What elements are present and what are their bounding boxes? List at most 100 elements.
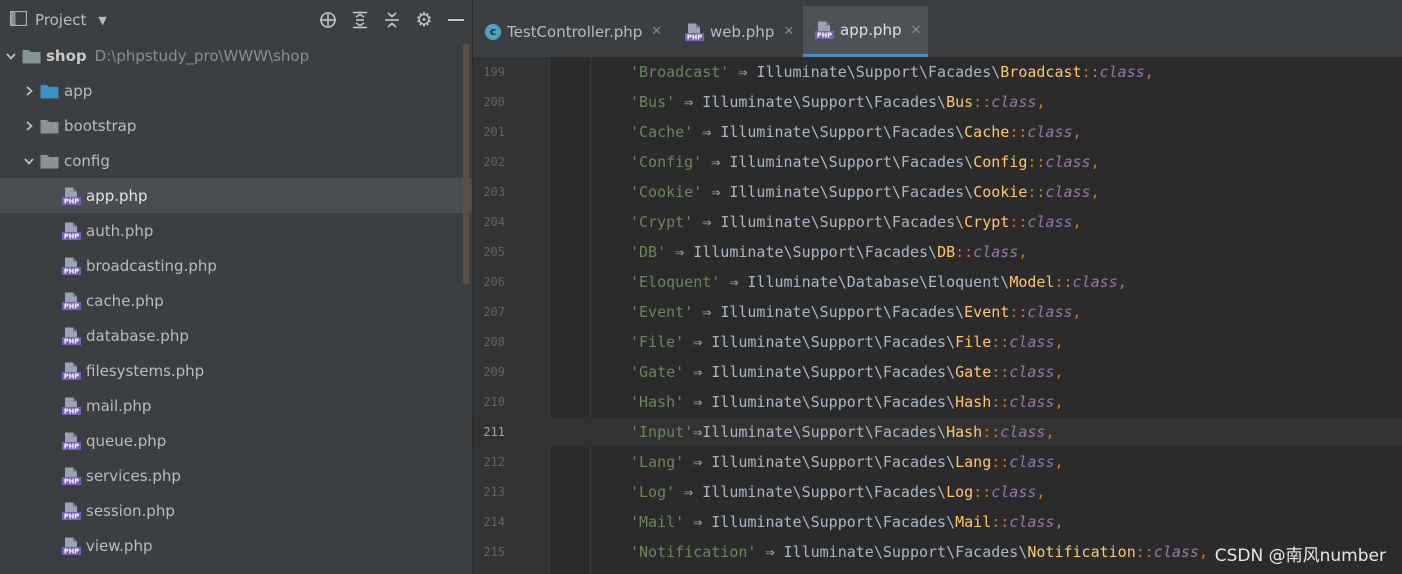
tree-folder-item[interactable]: shop D:\phpstudy_pro\WWW\shop: [0, 38, 472, 73]
code-line[interactable]: 200 'Bus' ⇒ Illuminate\Support\Facades\Bu…: [473, 87, 1402, 117]
code-line[interactable]: 213 'Log' ⇒ Illuminate\Support\Facades\Lo…: [473, 477, 1402, 507]
editor-tab[interactable]: c TestController.php ✕: [473, 6, 673, 57]
namespace-path: Illuminate\Support\Facades\: [783, 543, 1028, 561]
code-text: 'Mail' ⇒ Illuminate\Support\Facades\Mail…: [630, 507, 1064, 537]
code-line[interactable]: 209 'Gate' ⇒ Illuminate\Support\Facades\G…: [473, 357, 1402, 387]
scope-operator: ::: [1009, 303, 1028, 321]
locate-file-button[interactable]: [312, 0, 344, 40]
tree-file-item[interactable]: PHP filesystems.php: [0, 353, 472, 388]
project-view-selector[interactable]: Project ▼: [0, 0, 107, 40]
crosshair-icon: [320, 12, 336, 28]
expand-all-button[interactable]: [344, 0, 376, 40]
tree-folder-item[interactable]: bootstrap: [0, 108, 472, 143]
arrow-operator: ⇒: [693, 423, 703, 441]
tree-item-label: shop: [46, 46, 87, 65]
code-area[interactable]: 199 'Broadcast' ⇒ Illuminate\Support\Faca…: [473, 57, 1402, 574]
string-literal: 'Gate': [630, 363, 685, 381]
svg-text:PHP: PHP: [817, 32, 832, 39]
arrow-operator: ⇒: [693, 213, 721, 231]
code-line[interactable]: 214 'Mail' ⇒ Illuminate\Support\Facades\M…: [473, 507, 1402, 537]
php-file-icon: PHP: [62, 432, 81, 450]
code-text: 'Bus' ⇒ Illuminate\Support\Facades\Bus::…: [630, 87, 1045, 117]
project-panel-title: Project: [35, 11, 87, 29]
code-line[interactable]: 199 'Broadcast' ⇒ Illuminate\Support\Faca…: [473, 57, 1402, 87]
chevron-right-icon[interactable]: [22, 119, 36, 133]
tree-file-item[interactable]: PHP broadcasting.php: [0, 248, 472, 283]
tree-file-item[interactable]: PHP services.php: [0, 458, 472, 493]
close-icon[interactable]: ✕: [911, 23, 922, 38]
project-path: D:\phpstudy_pro\WWW\shop: [94, 46, 310, 65]
comma: ,: [1045, 423, 1055, 441]
class-name: Mail: [955, 513, 992, 531]
close-icon[interactable]: ✕: [651, 24, 662, 39]
class-keyword: class: [1099, 63, 1145, 81]
code-line[interactable]: 207 'Event' ⇒ Illuminate\Support\Facades\…: [473, 297, 1402, 327]
arrow-operator: ⇒: [702, 153, 730, 171]
tree-folder-item[interactable]: config: [0, 143, 472, 178]
tree-file-item[interactable]: PHP mail.php: [0, 388, 472, 423]
comma: ,: [1054, 453, 1064, 471]
string-literal: 'Config': [630, 153, 703, 171]
scope-operator: ::: [1054, 273, 1073, 291]
tree-item-label: cache.php: [86, 291, 164, 310]
tree-file-item[interactable]: PHP auth.php: [0, 213, 472, 248]
php-file-icon: PHP: [62, 362, 81, 380]
tree-file-item[interactable]: PHP app.php: [0, 178, 472, 213]
editor-tab[interactable]: PHP web.php ✕: [673, 6, 803, 57]
code-line[interactable]: 211 'Input'⇒Illuminate\Support\Facades\Ha…: [473, 417, 1402, 447]
tree-item-label: config: [64, 151, 110, 170]
class-keyword: class: [973, 243, 1019, 261]
tree-item-label: broadcasting.php: [86, 256, 217, 275]
line-number: 204: [483, 215, 505, 229]
comma: ,: [1054, 513, 1064, 531]
namespace-path: Illuminate\Support\Facades\: [720, 303, 965, 321]
php-file-icon: PHP: [62, 502, 81, 520]
chevron-right-icon[interactable]: [22, 84, 36, 98]
class-name: Lang: [955, 453, 992, 471]
svg-text:PHP: PHP: [64, 302, 79, 309]
collapse-all-button[interactable]: [376, 0, 408, 40]
class-name: Broadcast: [1000, 63, 1082, 81]
arrow-operator: ⇒: [702, 183, 730, 201]
string-literal: 'Eloquent': [630, 273, 721, 291]
tree-scrollbar[interactable]: [463, 44, 469, 284]
code-line[interactable]: 208 'File' ⇒ Illuminate\Support\Facades\F…: [473, 327, 1402, 357]
chevron-down-icon[interactable]: [22, 154, 36, 168]
code-line[interactable]: 212 'Lang' ⇒ Illuminate\Support\Facades\L…: [473, 447, 1402, 477]
chevron-down-icon[interactable]: [4, 49, 18, 63]
php-file-icon: PHP: [62, 537, 81, 555]
code-line[interactable]: 202 'Config' ⇒ Illuminate\Support\Facades…: [473, 147, 1402, 177]
settings-button[interactable]: ⚙: [408, 0, 440, 40]
tree-folder-item[interactable]: app: [0, 73, 472, 108]
tree-file-item[interactable]: PHP session.php: [0, 493, 472, 528]
string-literal: 'Bus': [630, 93, 676, 111]
code-text: 'Eloquent' ⇒ Illuminate\Database\Eloquen…: [630, 267, 1127, 297]
code-line[interactable]: 203 'Cookie' ⇒ Illuminate\Support\Facades…: [473, 177, 1402, 207]
namespace-path: Illuminate\Support\Facades\: [702, 93, 947, 111]
editor-tab[interactable]: PHP app.php ✕: [803, 6, 928, 57]
scope-operator: ::: [991, 333, 1010, 351]
arrow-operator: ⇒: [756, 543, 784, 561]
code-line[interactable]: 205 'DB' ⇒ Illuminate\Support\Facades\DB:…: [473, 237, 1402, 267]
svg-text:PHP: PHP: [64, 197, 79, 204]
code-line[interactable]: 206 'Eloquent' ⇒ Illuminate\Database\Eloq…: [473, 267, 1402, 297]
code-text: 'Lang' ⇒ Illuminate\Support\Facades\Lang…: [630, 447, 1064, 477]
comma: ,: [1072, 303, 1082, 321]
code-line[interactable]: 201 'Cache' ⇒ Illuminate\Support\Facades\…: [473, 117, 1402, 147]
hide-panel-button[interactable]: [440, 0, 472, 40]
tree-file-item[interactable]: PHP database.php: [0, 318, 472, 353]
close-icon[interactable]: ✕: [783, 24, 794, 39]
class-name: Crypt: [964, 213, 1010, 231]
tree-file-item[interactable]: PHP cache.php: [0, 283, 472, 318]
code-line[interactable]: 210 'Hash' ⇒ Illuminate\Support\Facades\H…: [473, 387, 1402, 417]
code-line[interactable]: 204 'Crypt' ⇒ Illuminate\Support\Facades\…: [473, 207, 1402, 237]
tree-file-item[interactable]: PHP view.php: [0, 528, 472, 563]
tree-file-item[interactable]: PHP queue.php: [0, 423, 472, 458]
line-number: 200: [483, 95, 505, 109]
tab-label: app.php: [840, 21, 902, 39]
class-keyword: class: [1045, 183, 1091, 201]
class-keyword: class: [1027, 123, 1073, 141]
class-name: Cache: [964, 123, 1010, 141]
class-name: Hash: [946, 423, 983, 441]
class-name: Model: [1009, 273, 1055, 291]
